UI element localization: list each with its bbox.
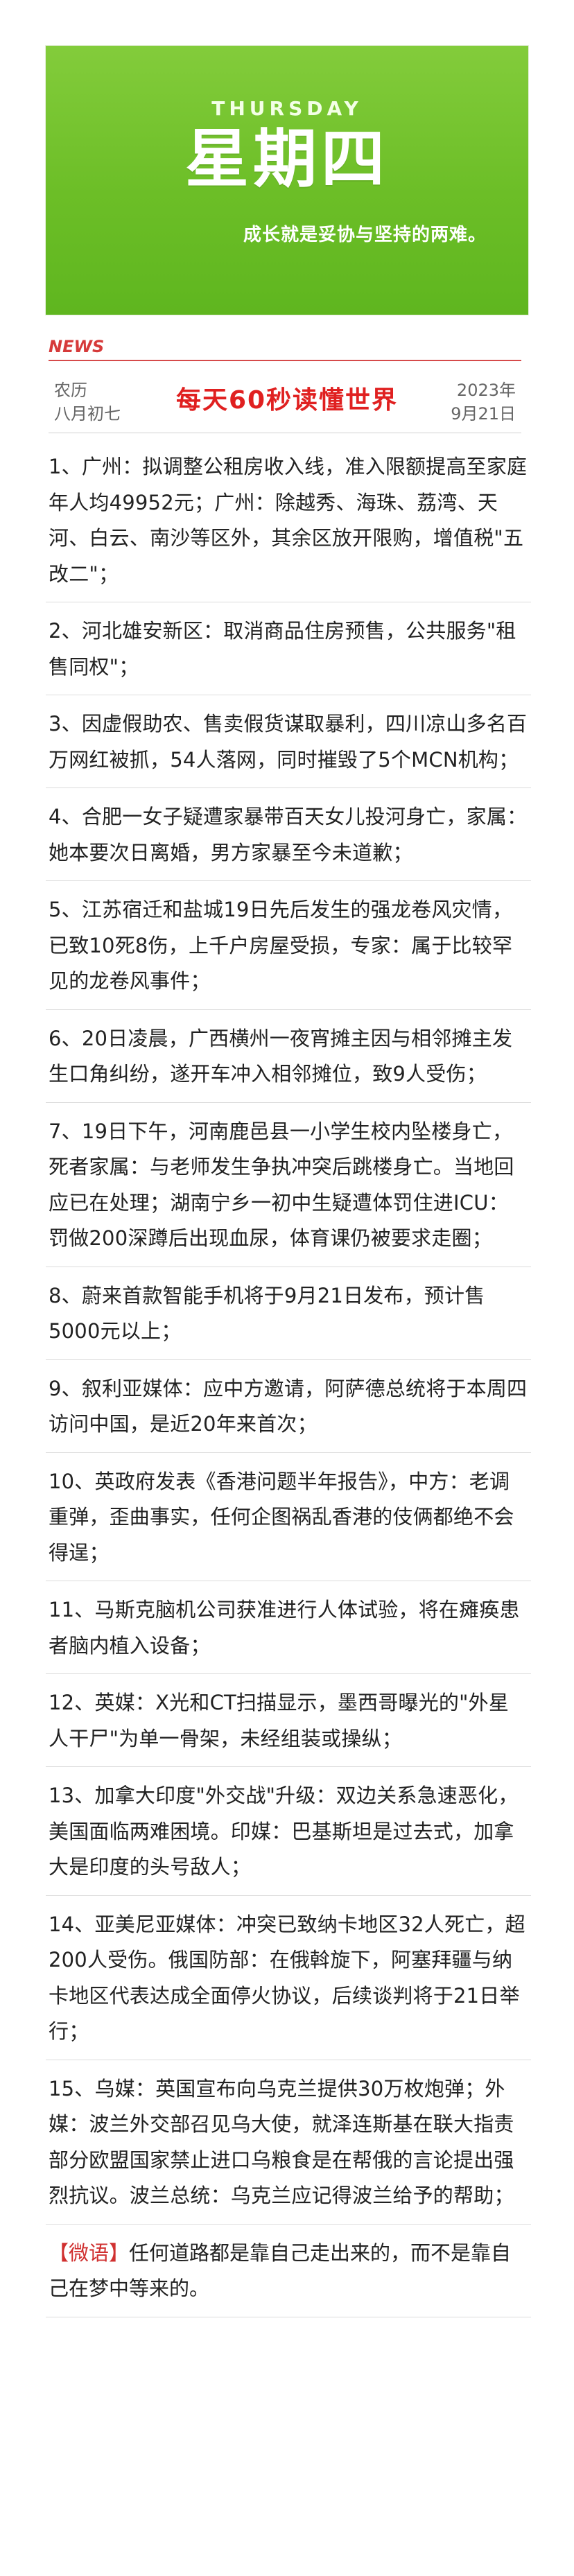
year-label: 2023年 [456, 381, 516, 400]
news-item: 10、英政府发表《香港问题半年报告》，中方：老调重弹，歪曲事实，任何企图祸乱香港… [46, 1453, 531, 1581]
news-item: 11、马斯克脑机公司获准进行人体试验，将在瘫痪患者脑内植入设备； [46, 1581, 531, 1674]
news-item: 15、乌媒：英国宣布向乌克兰提供30万枚炮弹；外媒：波兰外交部召见乌大使，就泽连… [46, 2060, 531, 2225]
gregorian-calendar: 2023年 9月21日 [451, 378, 516, 426]
news-item: 14、亚美尼亚媒体：冲突已致纳卡地区32人死亡，超200人受伤。俄国防部：在俄斡… [46, 1896, 531, 2060]
date-label: 9月21日 [451, 404, 516, 424]
weekday-english: THURSDAY [211, 97, 363, 120]
news-list: 1、广州：拟调整公租房收入线，准入限额提高至家庭年人均49952元；广州：除越秀… [46, 438, 531, 2317]
news-item: 7、19日下午，河南鹿邑县一小学生校内坠楼身亡，死者家属：与老师发生争执冲突后跳… [46, 1103, 531, 1267]
news-item: 1、广州：拟调整公租房收入线，准入限额提高至家庭年人均49952元；广州：除越秀… [46, 438, 531, 602]
news-item: 8、蔚来首款智能手机将于9月21日发布，预计售5000元以上； [46, 1267, 531, 1360]
header-banner: THURSDAY 星期四 成长就是妥协与坚持的两难。 [46, 46, 528, 315]
news-item: 3、因虚假助农、售卖假货谋取暴利，四川凉山多名百万网红被抓，54人落网，同时摧毁… [46, 695, 531, 788]
news-tag: NEWS [49, 337, 105, 356]
news-divider [49, 360, 521, 361]
news-item: 4、合肥一女子疑遭家暴带百天女儿投河身亡，家属：她本要次日离婚，男方家暴至今未道… [46, 788, 531, 881]
proverb-tag: 【微语】 [49, 2240, 130, 2265]
weekday-chinese: 星期四 [184, 122, 389, 196]
news-item: 2、河北雄安新区：取消商品住房预售，公共服务"租售同权"； [46, 602, 531, 695]
news-item: 5、江苏宿迁和盐城19日先后发生的强龙卷风灾情，已致10死8伤，上千户房屋受损，… [46, 881, 531, 1010]
news-item: 6、20日凌晨，广西横州一夜宵摊主因与相邻摊主发生口角纠纷，遂开车冲入相邻摊位，… [46, 1010, 531, 1103]
news-item: 13、加拿大印度"外交战"升级：双边关系急速恶化，美国面临两难困境。印媒：巴基斯… [46, 1767, 531, 1896]
news-item: 12、英媒：X光和CT扫描显示，墨西哥曝光的"外星人干尸"为单一骨架，未经组装或… [46, 1674, 531, 1767]
daily-proverb: 【微语】任何道路都是靠自己走出来的，而不是靠自己在梦中等来的。 [46, 2225, 531, 2317]
news-item: 9、叙利亚媒体：应中方邀请，阿萨德总统将于本周四访问中国，是近20年来首次； [46, 1360, 531, 1453]
motto: 成长就是妥协与坚持的两难。 [243, 225, 487, 245]
